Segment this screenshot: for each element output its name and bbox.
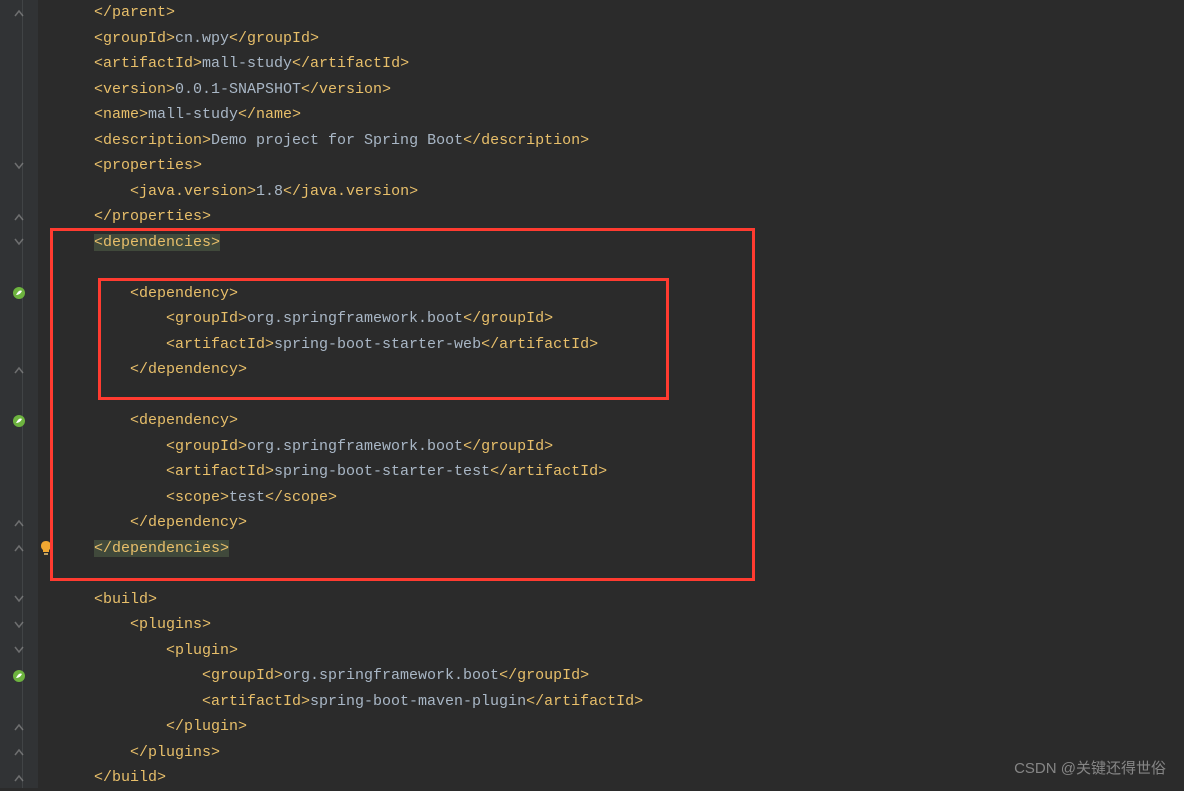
tag-properties-close: </properties> [94, 208, 211, 225]
fold-end-icon[interactable] [14, 212, 24, 222]
tag-dependencies-open: <dependencies> [94, 234, 220, 251]
tag-description-close: </description> [463, 132, 589, 149]
java-version-value: 1.8 [256, 183, 283, 200]
code-editor[interactable]: </parent> <groupId>cn.wpy</groupId> <art… [0, 0, 1184, 788]
gutter [0, 0, 38, 788]
groupId-value: cn.wpy [175, 30, 229, 47]
spring-leaf-icon[interactable] [12, 286, 26, 300]
fold-end-icon[interactable] [14, 773, 24, 783]
description-value: Demo project for Spring Boot [211, 132, 463, 149]
dep2-artifact-value: spring-boot-starter-test [274, 463, 490, 480]
tag-artifactId-close: </artifactId> [490, 463, 607, 480]
spring-leaf-icon[interactable] [12, 414, 26, 428]
tag-groupId-open: <groupId> [166, 310, 247, 327]
fold-start-icon[interactable] [14, 620, 24, 630]
tag-artifactId-close: </artifactId> [526, 693, 643, 710]
tag-build-open: <build> [94, 591, 157, 608]
tag-artifactId-open: <artifactId> [202, 693, 310, 710]
tag-scope-close: </scope> [265, 489, 337, 506]
tag-version-close: </version> [301, 81, 391, 98]
fold-start-icon[interactable] [14, 161, 24, 171]
fold-end-icon[interactable] [14, 365, 24, 375]
dep2-scope-value: test [229, 489, 265, 506]
dep2-group-value: org.springframework.boot [247, 438, 463, 455]
tag-scope-open: <scope> [166, 489, 229, 506]
tag-groupId-close: </groupId> [463, 438, 553, 455]
tag-groupId-close: </groupId> [463, 310, 553, 327]
tag-build-close: </build> [94, 769, 166, 786]
tag-javaversion-open: <java.version> [130, 183, 256, 200]
watermark: CSDN @关键还得世俗 [1014, 757, 1166, 778]
fold-end-icon[interactable] [14, 543, 24, 553]
dep1-artifact-value: spring-boot-starter-web [274, 336, 481, 353]
tag-dependency-close: </dependency> [130, 361, 247, 378]
fold-start-icon[interactable] [14, 594, 24, 604]
fold-end-icon[interactable] [14, 8, 24, 18]
tag-groupId-open: <groupId> [202, 667, 283, 684]
tag-artifactId-close: </artifactId> [292, 55, 409, 72]
tag-javaversion-close: </java.version> [283, 183, 418, 200]
tag-properties-open: <properties> [94, 157, 202, 174]
tag-groupId-open: <groupId> [166, 438, 247, 455]
tag-groupId-close: </groupId> [499, 667, 589, 684]
tag-groupId-close: </groupId> [229, 30, 319, 47]
fold-start-icon[interactable] [14, 237, 24, 247]
tag-description-open: <description> [94, 132, 211, 149]
plugin-artifact-value: spring-boot-maven-plugin [310, 693, 526, 710]
code-area[interactable]: </parent> <groupId>cn.wpy</groupId> <art… [38, 0, 1184, 788]
tag-groupId-open: <groupId> [94, 30, 175, 47]
plugin-group-value: org.springframework.boot [283, 667, 499, 684]
tag-dependencies-close: </dependencies> [94, 540, 229, 557]
spring-leaf-icon[interactable] [12, 669, 26, 683]
name-value: mall-study [148, 106, 238, 123]
tag-plugins-close: </plugins> [130, 744, 220, 761]
tag-dependency-close: </dependency> [130, 514, 247, 531]
tag-name-close: </name> [238, 106, 301, 123]
tag-artifactId-open: <artifactId> [166, 336, 274, 353]
version-value: 0.0.1-SNAPSHOT [175, 81, 301, 98]
fold-end-icon[interactable] [14, 518, 24, 528]
dep1-group-value: org.springframework.boot [247, 310, 463, 327]
tag-plugins-open: <plugins> [130, 616, 211, 633]
tag-artifactId-open: <artifactId> [166, 463, 274, 480]
tag-artifactId-close: </artifactId> [481, 336, 598, 353]
tag-parent-close: </parent> [94, 4, 175, 21]
fold-end-icon[interactable] [14, 722, 24, 732]
fold-end-icon[interactable] [14, 747, 24, 757]
tag-artifactId-open: <artifactId> [94, 55, 202, 72]
tag-plugin-open: <plugin> [166, 642, 238, 659]
artifactId-value: mall-study [202, 55, 292, 72]
fold-start-icon[interactable] [14, 645, 24, 655]
tag-name-open: <name> [94, 106, 148, 123]
tag-dependency-open: <dependency> [130, 412, 238, 429]
tag-version-open: <version> [94, 81, 175, 98]
tag-dependency-open: <dependency> [130, 285, 238, 302]
tag-plugin-close: </plugin> [166, 718, 247, 735]
